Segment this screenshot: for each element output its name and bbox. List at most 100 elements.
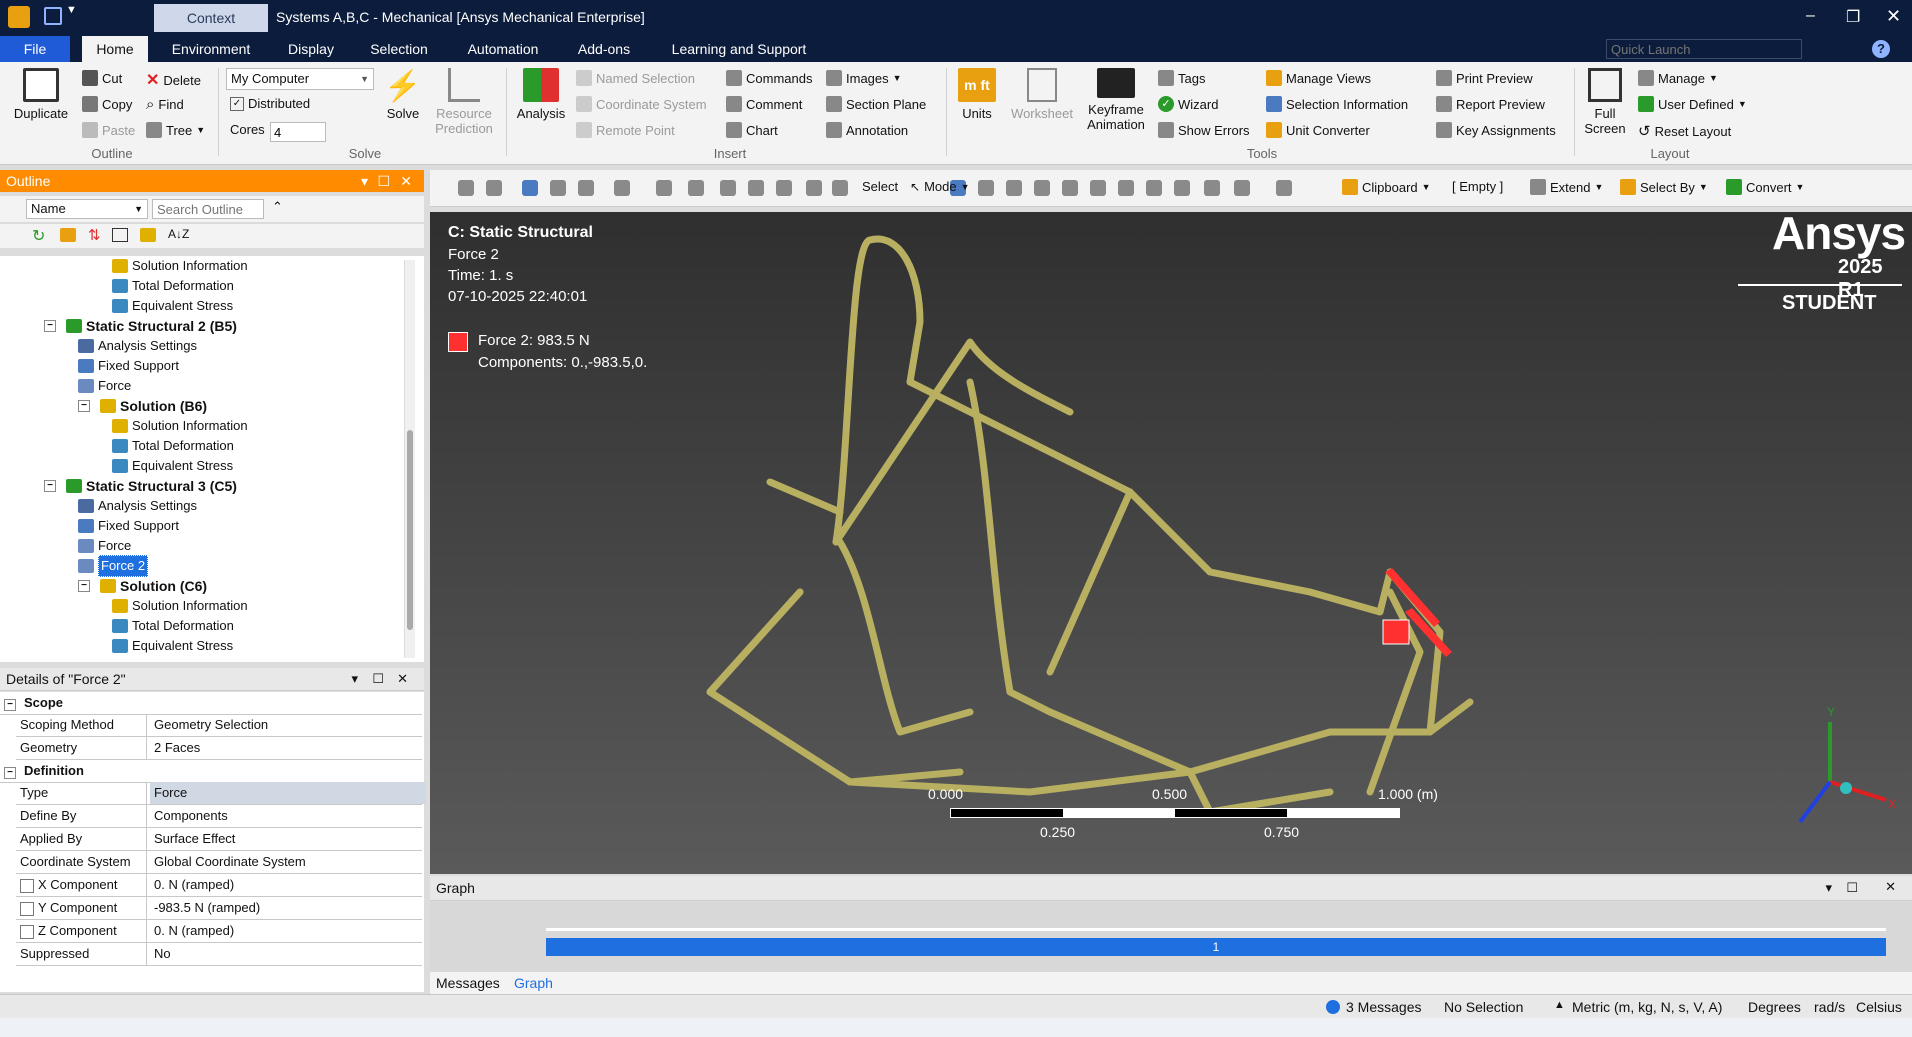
tree-item[interactable]: Equivalent Stress [112,296,233,316]
look-at-icon[interactable] [614,180,630,196]
context-tab[interactable]: Context [154,4,268,32]
property-value[interactable]: 2 Faces [150,737,200,759]
select-face-icon[interactable] [1006,180,1022,196]
select-elface-icon[interactable] [1118,180,1134,196]
details-row[interactable]: Suppressed No [16,943,422,966]
details-row[interactable]: Applied By Surface Effect [16,828,422,851]
convert-button[interactable]: Convert ▼ [1726,179,1804,195]
pin-icon[interactable]: ▾ [1825,880,1832,896]
select-by-button[interactable]: Select By ▼ [1620,179,1708,195]
copy-button[interactable]: Copy [82,96,132,112]
details-row[interactable]: Scoping Method Geometry Selection [16,714,422,737]
user-defined-button[interactable]: User Defined ▼ [1638,96,1747,112]
full-screen-button[interactable]: Full Screen [1580,68,1630,136]
zoom-in-icon[interactable] [458,180,474,196]
close-icon[interactable]: ✕ [1885,879,1896,895]
manage-button[interactable]: Manage ▼ [1638,70,1718,86]
property-value[interactable]: No [150,943,171,965]
zoom-out-icon[interactable] [486,180,502,196]
eraser-icon[interactable] [60,228,76,242]
collapse-icon[interactable]: − [4,699,16,711]
show-errors-button[interactable]: Show Errors [1158,122,1250,138]
chevron-up-icon[interactable]: ▲ [1554,999,1565,1011]
tab-home[interactable]: Home [82,36,148,62]
tree-item[interactable]: Equivalent Stress [112,636,233,656]
refresh-icon[interactable]: ↻ [32,226,45,246]
angle-unit[interactable]: Degrees [1748,999,1801,1015]
maximize-icon[interactable]: ☐ [377,170,390,192]
chart-button[interactable]: Chart [726,122,778,138]
parameter-checkbox[interactable] [20,879,34,893]
details-row[interactable]: Type Force [16,782,426,805]
tree-item[interactable]: Analysis Settings [78,336,197,356]
help-icon[interactable]: ? [1872,40,1890,58]
find-button[interactable]: ⌕ Find [146,96,184,113]
tree-item[interactable]: − Static Structural 2 (B5) [44,316,237,336]
temperature-unit[interactable]: Celsius [1856,999,1902,1015]
tree-item[interactable]: − Static Structural 3 (C5) [44,476,237,496]
property-value[interactable]: Force [150,782,426,804]
tree-item[interactable]: − Solution (C6) [78,576,207,596]
computer-select[interactable]: My Computer ▼ [226,68,374,90]
property-value[interactable]: -983.5 N (ramped) [150,897,260,919]
tab-environment[interactable]: Environment [158,36,264,62]
distributed-checkbox[interactable]: ✓ Distributed [230,96,310,111]
tab-file[interactable]: File [0,36,70,62]
images-button[interactable]: Images ▼ [826,70,902,86]
details-row[interactable]: Z Component 0. N (ramped) [16,920,422,943]
duplicate-button[interactable]: Duplicate [10,68,72,121]
collapse-icon[interactable]: − [44,480,56,492]
comment-button[interactable]: Comment [726,96,802,112]
name-filter-select[interactable]: Name ▼ [26,199,148,219]
tab-selection[interactable]: Selection [360,36,438,62]
zoom-all-icon[interactable] [776,180,792,196]
select-edge-icon[interactable] [978,180,994,196]
graph-area[interactable]: 1 [430,902,1912,972]
clipboard-button[interactable]: Clipboard ▼ [1342,179,1431,195]
sort-arrows-icon[interactable]: ⇅ [88,226,101,244]
scrollbar-thumb[interactable] [407,430,413,630]
axis-triad[interactable]: Y X [1760,702,1900,832]
close-icon[interactable]: ✕ [400,170,412,192]
tree-item[interactable]: Total Deformation [112,436,234,456]
frame-model[interactable] [430,212,1912,874]
details-section[interactable]: − Definition [0,760,422,783]
label-icon[interactable] [1234,180,1250,196]
zoom-select-icon[interactable] [806,180,822,196]
maximize-icon[interactable]: ☐ [1846,880,1858,896]
manage-views-button[interactable]: Manage Views [1266,70,1371,86]
remote-point-button[interactable]: Remote Point [576,122,675,138]
named-selection-button[interactable]: Named Selection [576,70,695,86]
property-value[interactable]: 0. N (ramped) [150,920,234,942]
report-preview-button[interactable]: Report Preview [1436,96,1545,112]
zoom-prev-icon[interactable] [832,180,848,196]
rotational-velocity-unit[interactable]: rad/s [1814,999,1845,1015]
solve-button[interactable]: ⚡ Solve [378,68,428,121]
pin-icon[interactable]: ▾ [361,170,368,192]
sort-alpha-button[interactable]: A↓Z [168,227,189,241]
paste-button[interactable]: Paste [82,122,135,138]
tree-item[interactable]: Solution Information [112,596,248,616]
cores-input[interactable] [270,122,326,142]
resource-prediction-button[interactable]: Resource Prediction [430,68,498,136]
pan-icon[interactable] [688,180,704,196]
zoom-fit-icon[interactable] [748,180,764,196]
worksheet-button[interactable]: Worksheet [1006,68,1078,121]
tree-item[interactable]: Analysis Settings [78,496,197,516]
details-row[interactable]: X Component 0. N (ramped) [16,874,422,897]
pin-icon[interactable]: ▾ [351,668,358,690]
select-element-icon[interactable] [1090,180,1106,196]
coordinate-system-button[interactable]: Coordinate System [576,96,707,112]
select-node-icon[interactable] [1062,180,1078,196]
property-value[interactable]: Geometry Selection [150,714,268,736]
select-button[interactable]: Select [862,179,898,194]
tree-item[interactable]: − Solution (B6) [78,396,207,416]
annotation-button[interactable]: Annotation [826,122,908,138]
collapse-icon[interactable]: − [78,580,90,592]
close-button[interactable]: ✕ [1886,6,1901,27]
wizard-button[interactable]: ✓ Wizard [1158,96,1218,112]
chart-line-icon[interactable] [1276,180,1292,196]
minimize-button[interactable]: – [1806,7,1815,25]
details-row[interactable]: Coordinate System Global Coordinate Syste… [16,851,422,874]
tree-item[interactable]: Total Deformation [112,276,234,296]
